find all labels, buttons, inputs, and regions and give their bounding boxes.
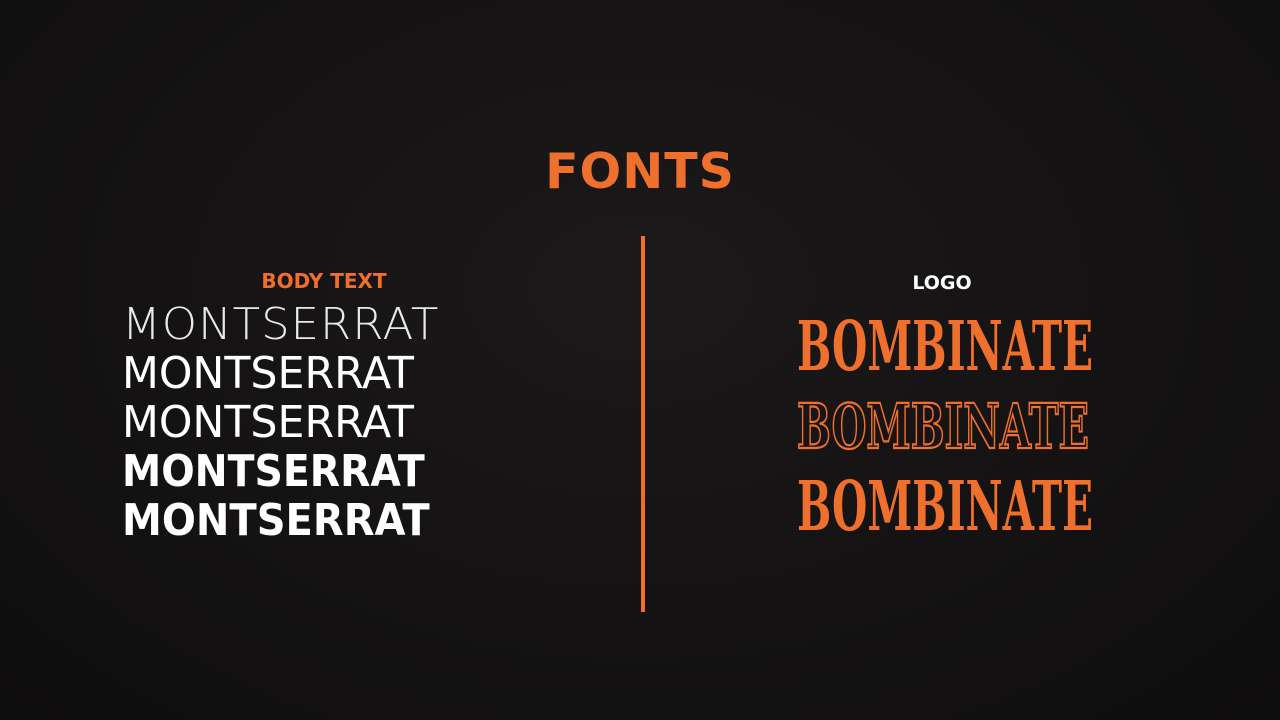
font-sample-bold: MONTSERRAT bbox=[122, 495, 430, 546]
logo-label: LOGO bbox=[912, 272, 972, 294]
font-sample-light: MONTSERRAT bbox=[122, 299, 440, 350]
slide-title: FONTS bbox=[545, 143, 735, 200]
logo-sample-solid-bottom: BOMBINATE bbox=[797, 467, 1093, 536]
logo-sample-solid: BOMBINATE bbox=[797, 307, 1093, 387]
logo-sample-outline: BOMBINATE bbox=[797, 390, 1089, 463]
body-text-label: BODY TEXT bbox=[261, 269, 387, 293]
font-sample-regular: MONTSERRAT bbox=[122, 348, 415, 399]
font-sample-semibold: MONTSERRAT bbox=[122, 446, 425, 497]
body-font-samples: MONTSERRAT MONTSERRAT MONTSERRAT MONTSER… bbox=[122, 300, 562, 545]
center-divider bbox=[641, 236, 645, 612]
font-sample-medium: MONTSERRAT bbox=[122, 397, 415, 448]
fonts-slide: FONTS BODY TEXT MONTSERRAT MONTSERRAT MO… bbox=[0, 0, 1280, 720]
logo-font-samples: BOMBINATE BOMBINATE BOMBINATE bbox=[796, 307, 1093, 536]
